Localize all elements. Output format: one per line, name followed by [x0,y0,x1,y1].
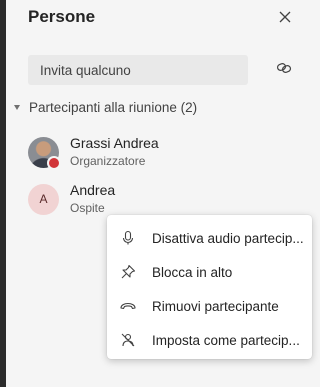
share-link-button[interactable] [272,58,296,82]
participant-name: Grassi Andrea [70,135,159,151]
chevron-down-icon [14,105,20,110]
menu-item-remove[interactable]: Rimuovi partecipante [107,289,312,323]
menu-item-make-attendee[interactable]: Imposta come partecip... [107,323,312,357]
participant-context-menu: Disattiva audio partecip... Blocca in al… [107,215,312,359]
people-panel: Persone Invita qualcuno Partecipanti all… [6,0,320,387]
participant-name: Andrea [70,182,116,198]
participants-section-header[interactable]: Partecipanti alla riunione (2) [12,100,197,115]
close-icon [279,10,291,28]
menu-item-mute[interactable]: Disattiva audio partecip... [107,221,312,255]
section-label: Partecipanti alla riunione (2) [29,100,198,115]
menu-item-pin[interactable]: Blocca in alto [107,255,312,289]
menu-item-label: Imposta come partecip... [152,332,300,348]
link-icon [276,60,292,81]
presence-busy-icon [47,155,61,170]
microphone-icon [118,228,138,248]
participant-role: Organizzatore [70,154,146,168]
invite-placeholder: Invita qualcuno [40,62,131,78]
invite-input[interactable]: Invita qualcuno [28,55,248,85]
avatar-initial: A [39,192,48,206]
avatar: A [28,183,59,215]
participant-item[interactable]: A Andrea Ospite [28,182,115,216]
pin-icon [118,262,138,282]
close-button[interactable] [274,8,296,30]
panel-title: Persone [28,7,96,26]
menu-item-label: Disattiva audio partecip... [152,230,304,246]
hang-up-icon [118,296,138,316]
attendee-icon [118,330,138,350]
menu-item-label: Rimuovi partecipante [152,298,279,314]
menu-item-label: Blocca in alto [152,264,233,280]
avatar [28,136,61,170]
participant-item[interactable]: Grassi Andrea Organizzatore [28,135,159,170]
participant-role: Ospite [70,201,105,215]
